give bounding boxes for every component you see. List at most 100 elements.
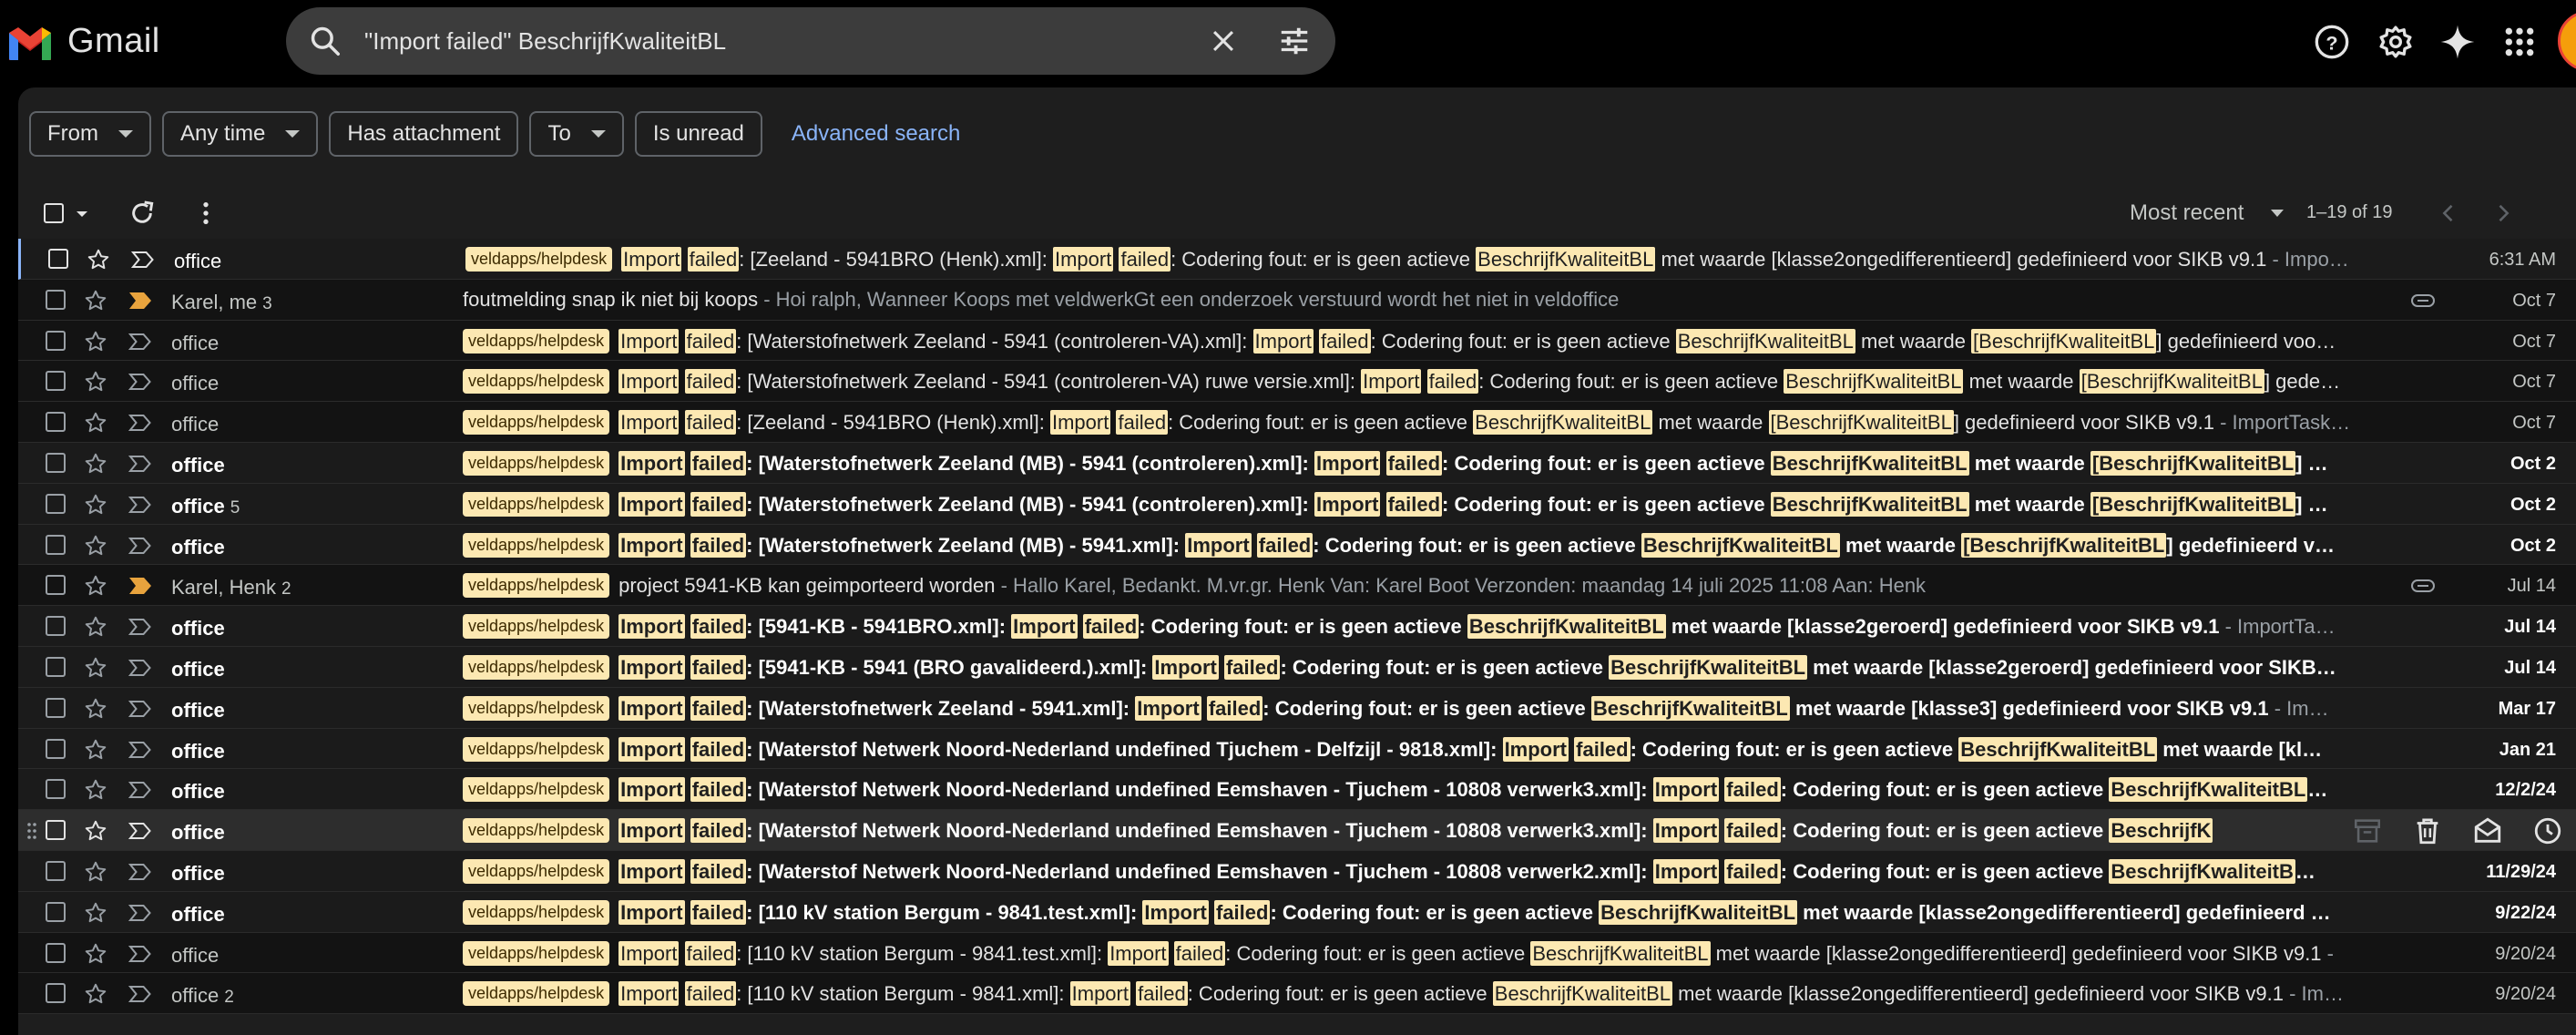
star-icon[interactable] <box>84 289 107 313</box>
archive-icon[interactable] <box>2352 815 2383 846</box>
account-avatar[interactable] <box>2558 11 2576 71</box>
star-icon[interactable] <box>84 615 107 639</box>
importance-marker-icon[interactable] <box>128 699 153 719</box>
filter-chip-is-unread[interactable]: Is unread <box>634 111 762 157</box>
label-chip[interactable]: veldapps/helpdesk <box>463 410 610 436</box>
drag-handle-icon[interactable] <box>26 821 38 841</box>
row-checkbox[interactable] <box>46 656 66 677</box>
row-checkbox[interactable] <box>46 493 66 514</box>
row-checkbox[interactable] <box>48 249 68 269</box>
importance-marker-icon[interactable] <box>128 413 153 433</box>
delete-icon[interactable] <box>2412 815 2443 846</box>
star-icon[interactable] <box>84 574 107 598</box>
star-icon[interactable] <box>84 901 107 925</box>
label-chip[interactable]: veldapps/helpdesk <box>463 328 610 354</box>
row-checkbox[interactable] <box>46 983 66 1004</box>
select-all-checkbox[interactable] <box>44 203 64 223</box>
label-chip[interactable]: veldapps/helpdesk <box>463 532 610 558</box>
star-icon[interactable] <box>84 942 107 966</box>
importance-marker-icon[interactable] <box>128 903 153 923</box>
search-input[interactable] <box>363 20 1168 62</box>
importance-marker-icon[interactable] <box>128 454 153 474</box>
row-checkbox[interactable] <box>46 860 66 881</box>
label-chip[interactable]: veldapps/helpdesk <box>463 573 610 599</box>
clear-search-icon[interactable] <box>1208 26 1239 56</box>
settings-gear-icon[interactable] <box>2377 24 2414 60</box>
snooze-clock-icon[interactable] <box>2532 815 2563 846</box>
email-row[interactable]: Karel, Henk 2 veldapps/helpdesk project 594… <box>18 565 2576 607</box>
label-chip[interactable]: veldapps/helpdesk <box>463 818 610 844</box>
row-checkbox[interactable] <box>46 697 66 718</box>
email-row[interactable]: Karel, me 3 foutmelding snap ik niet bij k… <box>18 279 2576 321</box>
search-options-icon[interactable] <box>1277 24 1312 58</box>
importance-marker-icon[interactable] <box>128 658 153 678</box>
row-checkbox[interactable] <box>46 371 66 392</box>
row-checkbox[interactable] <box>46 534 66 555</box>
row-checkbox[interactable] <box>46 942 66 963</box>
previous-page-icon[interactable] <box>2436 200 2461 226</box>
next-page-icon[interactable] <box>2490 200 2516 226</box>
email-row[interactable]: office veldapps/helpdesk Import failed: [W… <box>18 850 2576 892</box>
star-icon[interactable] <box>84 493 107 517</box>
filter-chip-from[interactable]: From <box>29 111 151 157</box>
search-icon[interactable] <box>308 24 342 58</box>
star-icon[interactable] <box>84 738 107 762</box>
importance-marker-icon[interactable] <box>128 372 153 392</box>
email-row[interactable]: office veldapps/helpdesk Import failed: [W… <box>18 361 2576 403</box>
label-chip[interactable]: veldapps/helpdesk <box>463 899 610 925</box>
star-icon[interactable] <box>84 370 107 394</box>
refresh-icon[interactable] <box>128 199 157 228</box>
label-chip[interactable]: veldapps/helpdesk <box>463 736 610 762</box>
email-row[interactable]: office veldapps/helpdesk Import failed: [W… <box>18 687 2576 729</box>
filter-chip-any-time[interactable]: Any time <box>162 111 319 157</box>
label-chip[interactable]: veldapps/helpdesk <box>463 654 610 680</box>
star-icon[interactable] <box>84 860 107 884</box>
importance-marker-icon[interactable] <box>128 740 153 760</box>
email-row[interactable]: office veldapps/helpdesk Import failed: [Z… <box>18 402 2576 443</box>
row-checkbox[interactable] <box>46 901 66 922</box>
star-icon[interactable] <box>84 411 107 435</box>
advanced-search-link[interactable]: Advanced search <box>792 111 960 159</box>
star-icon[interactable] <box>84 778 107 802</box>
importance-marker-icon[interactable] <box>130 250 156 270</box>
star-icon[interactable] <box>84 819 107 843</box>
email-row[interactable]: office 2 veldapps/helpdesk Import failed: [… <box>18 973 2576 1015</box>
row-checkbox[interactable] <box>46 738 66 759</box>
importance-marker-icon[interactable] <box>128 780 153 800</box>
filter-chip-to[interactable]: To <box>529 111 624 157</box>
gemini-sparkle-icon[interactable] <box>2439 24 2476 60</box>
importance-marker-icon[interactable] <box>128 617 153 637</box>
row-checkbox[interactable] <box>46 820 66 841</box>
email-row[interactable]: office 5 veldapps/helpdesk Import failed: [… <box>18 483 2576 525</box>
mark-as-read-icon[interactable] <box>2472 815 2503 846</box>
apps-grid-icon[interactable] <box>2501 24 2538 60</box>
star-icon[interactable] <box>84 330 107 354</box>
gmail-logo[interactable]: Gmail <box>5 22 160 61</box>
label-chip[interactable]: veldapps/helpdesk <box>463 369 610 395</box>
importance-marker-icon[interactable] <box>128 862 153 882</box>
row-checkbox[interactable] <box>46 616 66 637</box>
star-icon[interactable] <box>84 697 107 721</box>
label-chip[interactable]: veldapps/helpdesk <box>463 614 610 640</box>
email-row[interactable]: office veldapps/helpdesk Import failed: [5… <box>18 646 2576 688</box>
label-chip[interactable]: veldapps/helpdesk <box>463 981 610 1007</box>
label-chip[interactable]: veldapps/helpdesk <box>463 777 610 803</box>
importance-marker-icon[interactable] <box>128 821 153 841</box>
row-checkbox[interactable] <box>46 330 66 351</box>
label-chip[interactable]: veldapps/helpdesk <box>463 491 610 517</box>
row-checkbox[interactable] <box>46 412 66 433</box>
importance-marker-icon[interactable] <box>128 984 153 1004</box>
email-row[interactable]: office veldapps/helpdesk Import failed: [W… <box>18 320 2576 362</box>
label-chip[interactable]: veldapps/helpdesk <box>463 940 610 966</box>
sort-dropdown[interactable]: Most recent <box>2130 200 2285 226</box>
email-row[interactable]: office veldapps/helpdesk Import failed: [W… <box>18 728 2576 770</box>
star-icon[interactable] <box>84 452 107 476</box>
label-chip[interactable]: veldapps/helpdesk <box>465 247 613 272</box>
importance-marker-icon[interactable] <box>128 576 153 596</box>
importance-marker-icon[interactable] <box>128 291 153 311</box>
more-options-icon[interactable] <box>191 199 220 228</box>
label-chip[interactable]: veldapps/helpdesk <box>463 858 610 884</box>
star-icon[interactable] <box>84 982 107 1006</box>
row-checkbox[interactable] <box>46 575 66 596</box>
importance-marker-icon[interactable] <box>128 495 153 515</box>
